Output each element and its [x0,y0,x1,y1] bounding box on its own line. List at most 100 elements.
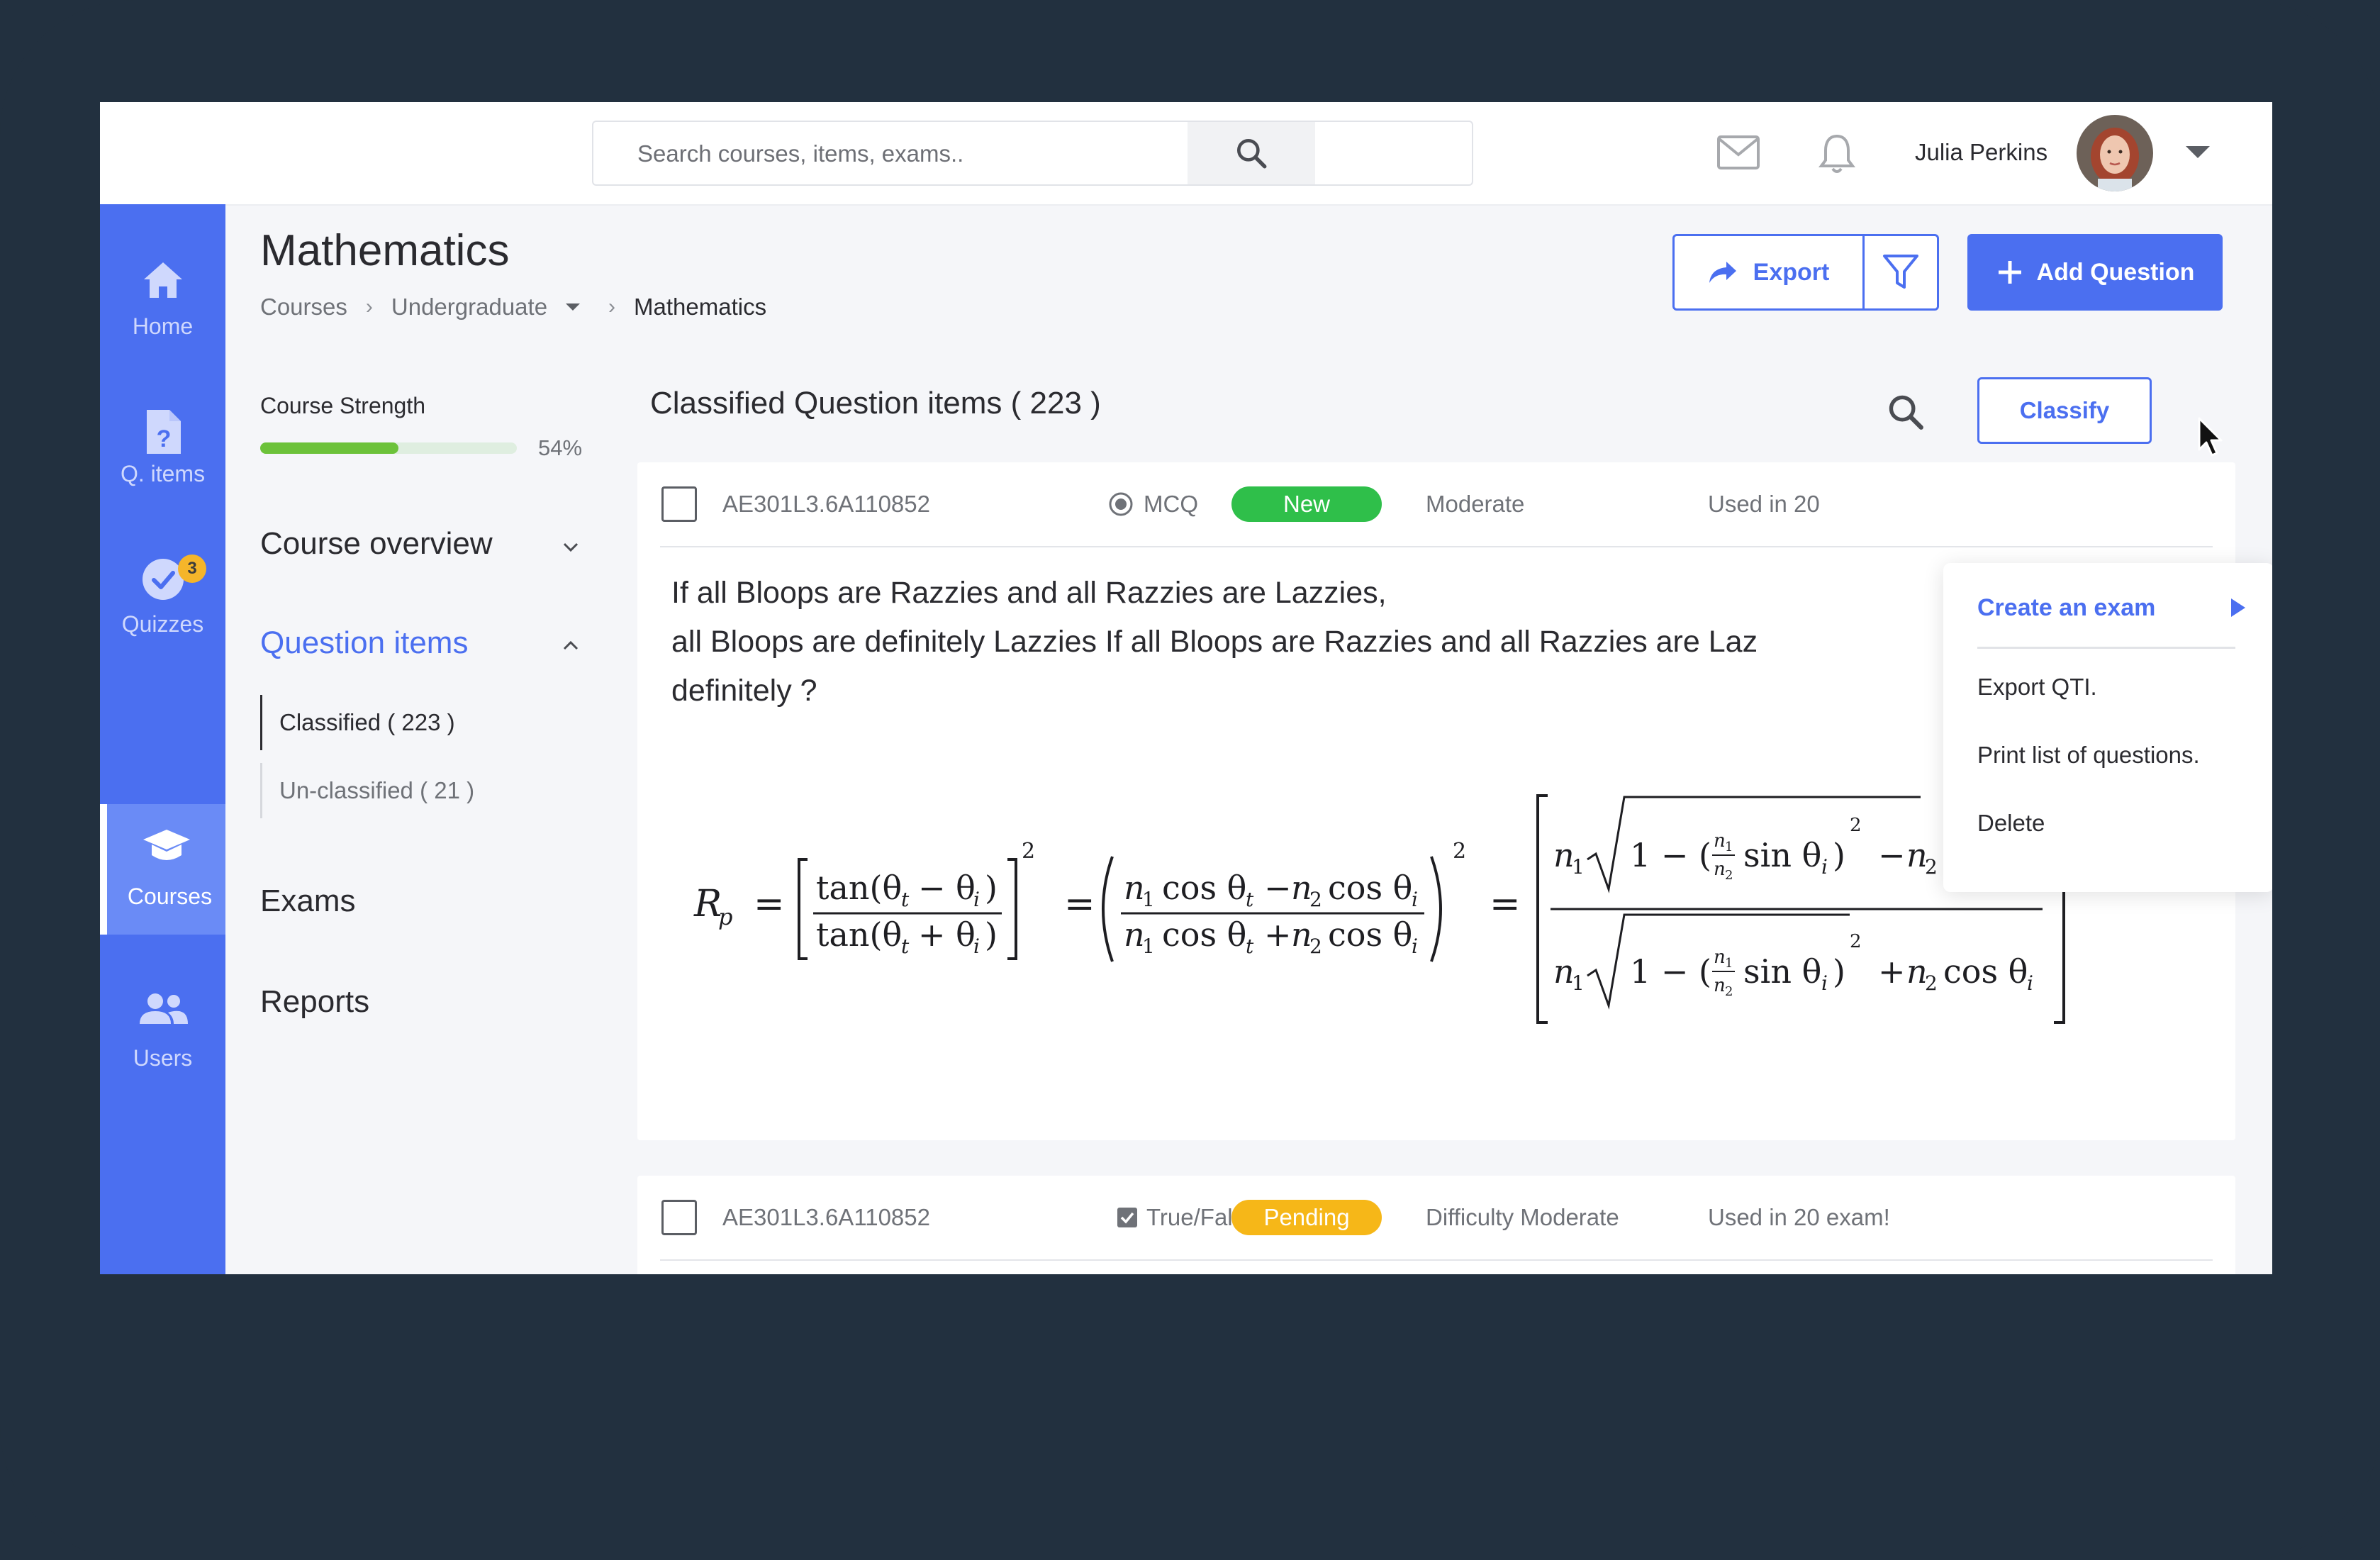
svg-text:=: = [1490,883,1521,925]
chevron-up-icon[interactable] [561,635,581,655]
divider [660,1259,2213,1261]
course-strength-fill [260,442,399,454]
svg-text:2: 2 [1925,855,1938,879]
svg-text:2: 2 [1850,931,1862,952]
svg-text:2: 2 [1022,839,1035,864]
svg-text:cos θ: cos θ [1162,869,1246,907]
add-question-button[interactable]: Add Question [1967,234,2223,311]
question-checkbox[interactable] [661,1200,697,1235]
svg-text:i: i [1412,888,1418,911]
menu-item-delete[interactable]: Delete [1977,810,2045,837]
sidebar-item-label: Courses [127,884,213,909]
plus-icon [1998,261,2021,284]
sub-item-unclassified[interactable]: Un-classified ( 21 ) [260,763,544,818]
svg-text:t: t [901,888,910,911]
section-course-overview[interactable]: Course overview [260,526,493,562]
chevron-down-icon[interactable] [561,537,581,557]
breadcrumb-courses[interactable]: Courses [260,294,347,321]
sidebar-item-quizzes[interactable]: 3 Quizzes [100,536,225,664]
question-id: AE301L3.6A110852 [722,491,930,517]
menu-item-export-qti[interactable]: Export QTI. [1977,674,2097,701]
user-name[interactable]: Julia Perkins [1915,139,2047,166]
svg-text:+: + [1264,915,1292,954]
svg-text:): ) [1833,836,1845,874]
graduation-cap-icon [143,830,190,860]
difficulty-label: Moderate [1426,491,1525,517]
question-card: AE301L3.6A110852 True/False Pending Diff… [637,1176,2235,1274]
svg-text:t: t [901,935,910,958]
menu-divider [1977,647,2235,649]
export-group: Export [1672,234,1939,311]
svg-text:1 − (: 1 − ( [1630,836,1711,874]
svg-text:1: 1 [1725,840,1733,854]
section-reports[interactable]: Reports [260,984,369,1020]
chevron-down-icon[interactable] [566,303,581,311]
sidebar-item-label: Quizzes [121,611,204,637]
submenu-arrow-icon [2231,598,2245,617]
more-options-menu: Create an exam Export QTI. Print list of… [1943,563,2272,892]
user-menu-chevron-icon[interactable] [2186,146,2210,158]
section-question-items[interactable]: Question items [260,625,468,661]
radio-icon [1109,492,1133,516]
top-bar: Julia Perkins [100,102,2272,206]
sub-item-classified[interactable]: Classified ( 223 ) [260,695,544,750]
search-icon [1237,139,1267,169]
question-file-icon: ? [146,410,181,454]
breadcrumb-current: Mathematics [634,294,767,320]
sidebar-item-users[interactable]: Users [100,970,225,1098]
svg-text:n: n [1714,859,1726,880]
search-button[interactable] [1188,122,1315,184]
breadcrumb-undergraduate[interactable]: Undergraduate [391,294,547,321]
quizzes-badge: 3 [178,555,206,583]
classify-button[interactable]: Classify [1977,377,2152,444]
svg-text:sin θ: sin θ [1743,952,1821,991]
section-exams[interactable]: Exams [260,884,355,919]
svg-text:2: 2 [1925,971,1938,995]
svg-text:1 − (: 1 − ( [1630,952,1711,991]
svg-text:tan(θ: tan(θ [816,915,902,954]
page-title: Mathematics [260,226,510,275]
question-checkbox[interactable] [661,486,697,522]
sidebar-item-q-items[interactable]: ? Q. items [100,386,225,513]
menu-item-create-exam[interactable]: Create an exam [1977,594,2155,622]
search-input[interactable] [636,122,1135,186]
bell-icon[interactable] [1818,132,1855,174]
svg-text:tan(θ: tan(θ [816,869,902,907]
mail-icon[interactable] [1716,135,1760,170]
question-card-header: AE301L3.6A110852 True/False Pending Diff… [637,1176,2235,1261]
used-count: Used in 20 exam! [1708,1204,1890,1230]
add-question-label: Add Question [2036,258,2195,286]
question-text-line: If all Bloops are Razzies and all Razzie… [671,576,1387,610]
question-id: AE301L3.6A110852 [722,1204,930,1230]
course-strength-bar [260,442,517,454]
sidebar-item-label: Home [132,313,194,339]
course-strength-percent: 54% [538,435,583,460]
home-icon [143,262,182,298]
svg-text:?: ? [156,425,171,452]
svg-text:2: 2 [1725,984,1733,999]
svg-text:): ) [985,915,998,954]
svg-text:1: 1 [1572,855,1585,879]
svg-text:cos θ: cos θ [1328,869,1412,907]
breadcrumb-separator-icon: › [608,295,616,318]
share-arrow-icon [1709,262,1736,283]
svg-text:1: 1 [1142,935,1155,958]
avatar[interactable] [2077,115,2153,191]
search-icon[interactable] [1885,391,1926,433]
svg-text:2: 2 [1309,888,1322,911]
svg-text:2: 2 [1309,935,1322,958]
question-text: If all Bloops are Razzies and all Razzie… [671,569,1891,715]
filter-button[interactable] [1865,236,1937,308]
difficulty-label: Difficulty Moderate [1426,1204,1619,1230]
checked-box-icon [1117,1208,1137,1227]
sidebar-item-home[interactable]: Home [100,238,225,366]
export-button[interactable]: Export [1675,236,1865,308]
svg-text:cos θ: cos θ [1943,952,2028,991]
sidebar-item-courses[interactable]: Courses [100,804,225,935]
used-count: Used in 20 [1708,491,1820,517]
svg-text:i: i [1412,935,1418,958]
menu-item-print-list[interactable]: Print list of questions. [1977,742,2200,769]
svg-text:i: i [1821,855,1828,879]
svg-text:sin θ: sin θ [1743,836,1821,874]
svg-text:=: = [1064,883,1095,925]
